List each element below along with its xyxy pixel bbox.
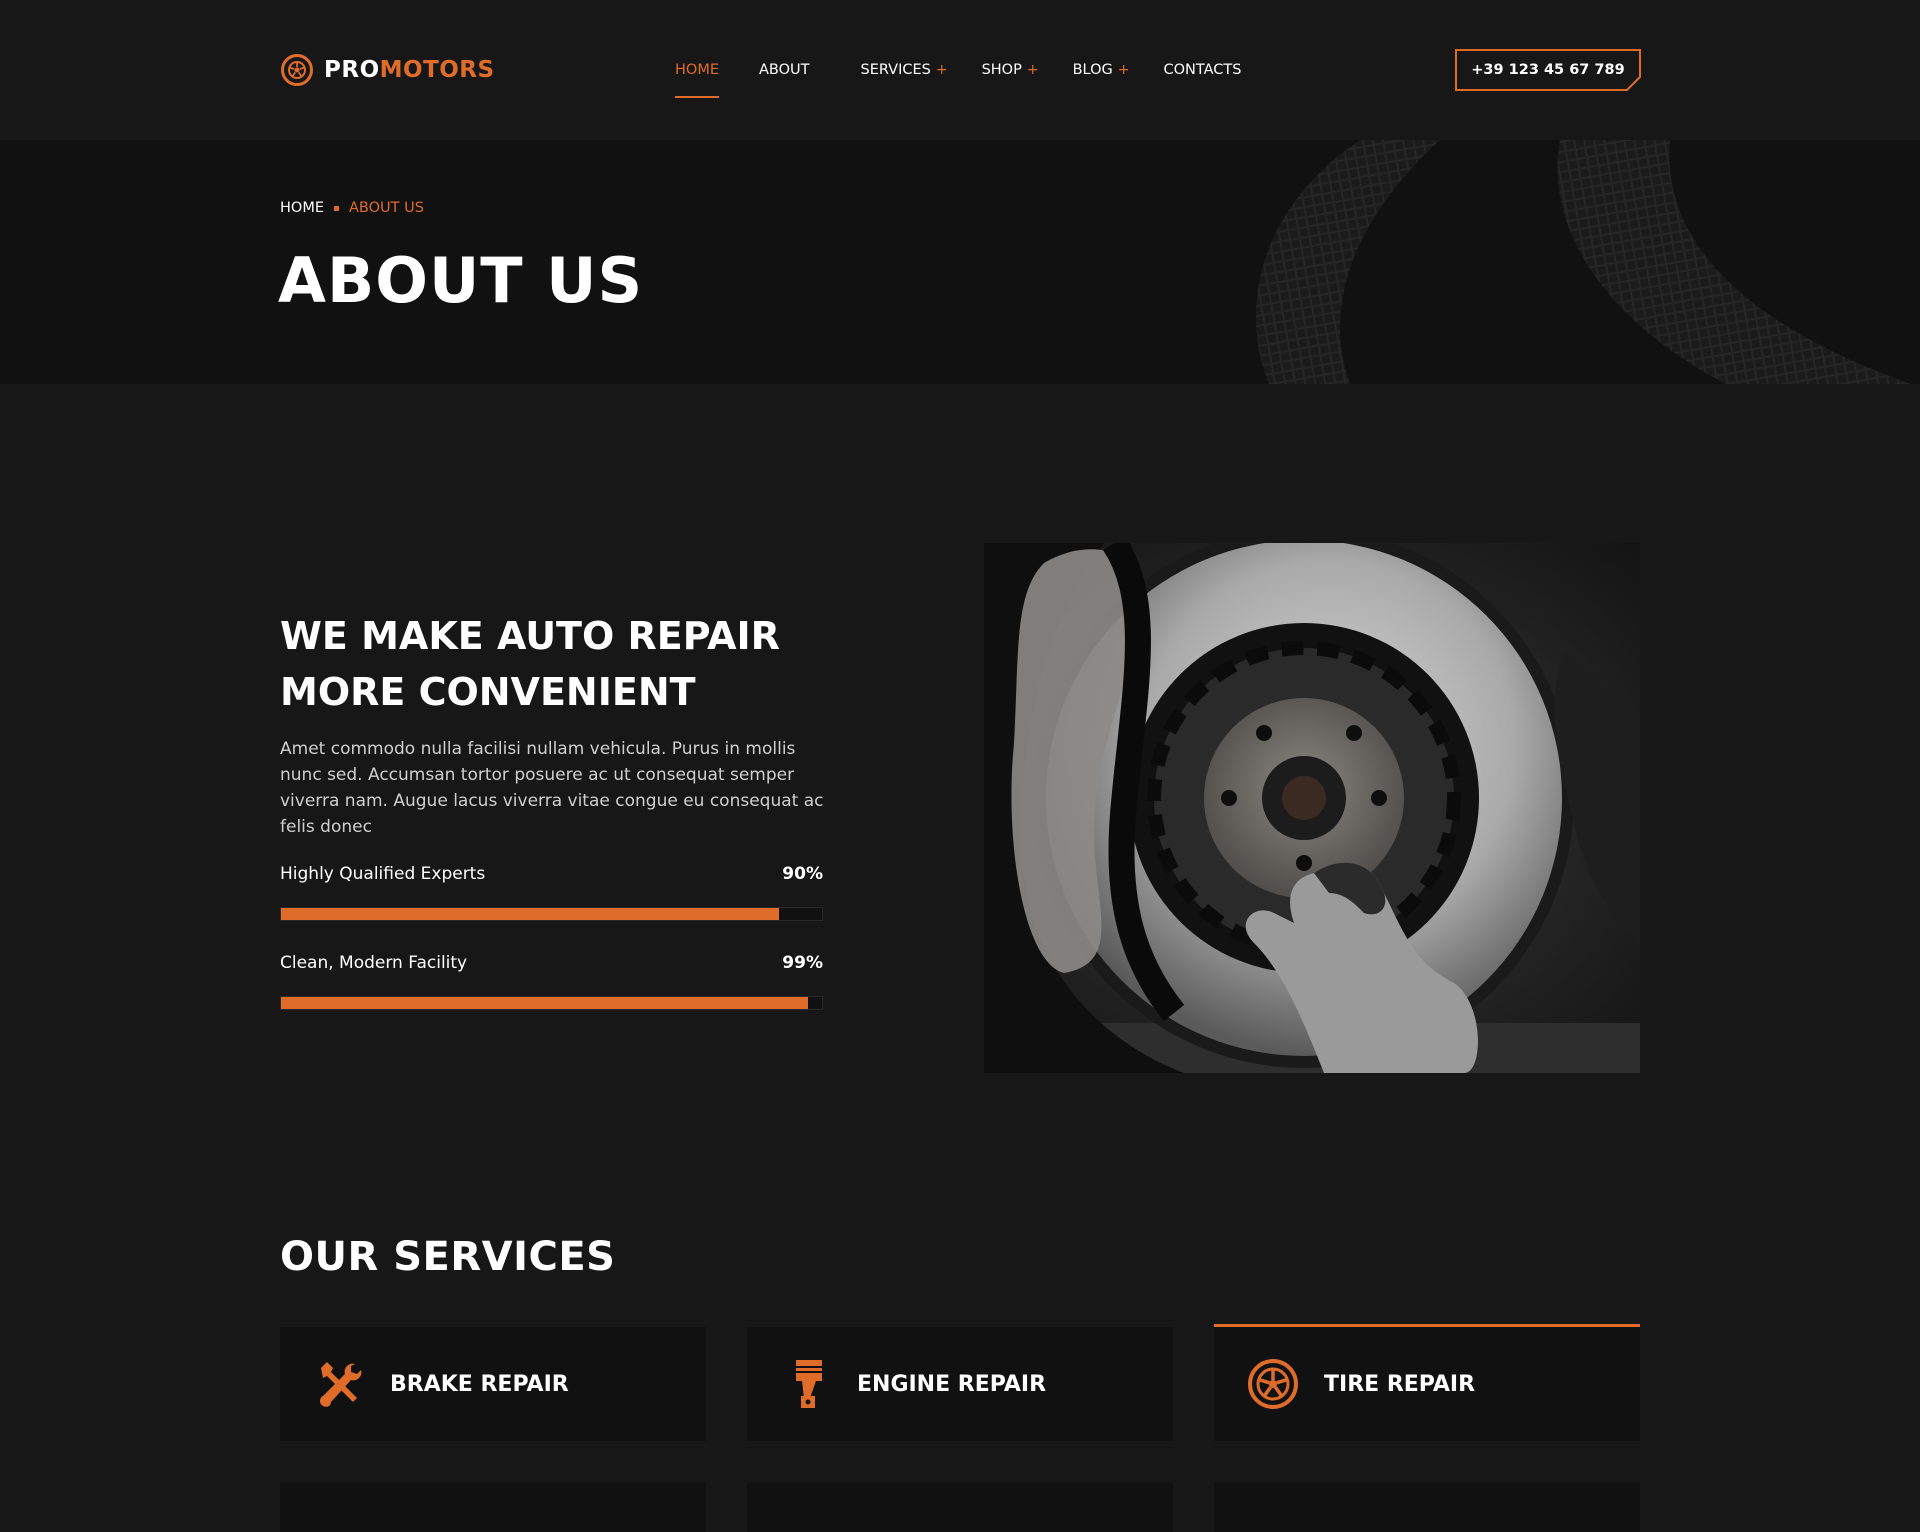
breadcrumb-home-link[interactable]: HOME [280, 200, 324, 216]
service-card-brake-repair[interactable]: BRAKE REPAIR [280, 1327, 706, 1441]
nav-item-blog[interactable]: BLOG + [1073, 62, 1130, 78]
skill-label: Highly Qualified Experts [280, 864, 486, 884]
submenu-plus-icon: + [935, 62, 948, 78]
nav-item-home[interactable]: HOME [675, 62, 719, 98]
phone-number: +39 123 45 67 789 [1471, 62, 1625, 78]
skill-track [280, 996, 823, 1010]
service-card[interactable] [1214, 1482, 1640, 1532]
nav-item-shop[interactable]: SHOP + [982, 62, 1039, 78]
main-nav: HOME ABOUT SERVICES + SHOP + BLOG + CONTACT… [675, 58, 1281, 98]
oil-can-icon [313, 1518, 365, 1532]
page-title: ABOUT US [278, 244, 644, 317]
wrench-screwdriver-icon [313, 1358, 365, 1410]
page-hero: HOME ABOUT US ABOUT US [0, 140, 1920, 384]
brake-disc-photo [984, 543, 1640, 1073]
wheel-logo-icon [281, 54, 313, 86]
submenu-plus-icon: + [1026, 62, 1039, 78]
skill-bar-facility: Clean, Modern Facility 99% [280, 953, 823, 1010]
skill-label: Clean, Modern Facility [280, 953, 468, 973]
service-label: TIRE REPAIR [1324, 1371, 1476, 1397]
battery-icon [780, 1518, 832, 1532]
breadcrumb-separator [334, 205, 339, 211]
skill-percent: 90% [782, 864, 823, 884]
site-header: PROMOTORS HOME ABOUT SERVICES + SHOP + BLO… [0, 0, 1920, 140]
phone-button[interactable]: +39 123 45 67 789 [1455, 49, 1641, 91]
nav-item-contacts[interactable]: CONTACTS [1163, 62, 1241, 78]
skill-track [280, 907, 823, 921]
tire-track-decoration [1255, 140, 1912, 384]
service-label: ENGINE REPAIR [857, 1371, 1047, 1397]
skill-fill [281, 997, 809, 1009]
nav-item-about[interactable]: ABOUT [759, 62, 810, 78]
service-card-engine-repair[interactable]: ENGINE REPAIR [747, 1327, 1173, 1441]
about-paragraph: Amet commodo nulla facilisi nullam vehic… [280, 739, 824, 837]
breadcrumb-current: ABOUT US [349, 200, 424, 216]
brake-disc-illustration [984, 543, 1640, 1073]
service-card[interactable] [280, 1482, 706, 1532]
diagnostics-icon [1247, 1518, 1299, 1532]
breadcrumb: HOME ABOUT US [280, 200, 424, 216]
skill-fill [281, 908, 779, 920]
service-label: BRAKE REPAIR [390, 1371, 569, 1397]
nav-item-services[interactable]: SERVICES + [861, 62, 948, 78]
brand-logo[interactable]: PROMOTORS [280, 52, 495, 88]
skill-bar-experts: Highly Qualified Experts 90% [280, 864, 823, 921]
about-heading: WE MAKE AUTO REPAIR MORE CONVENIENT [280, 614, 780, 714]
brand-name: PROMOTORS [324, 57, 495, 83]
services-title: OUR SERVICES [280, 1234, 616, 1280]
service-card-tire-repair[interactable]: TIRE REPAIR [1214, 1324, 1640, 1441]
service-card[interactable] [747, 1482, 1173, 1532]
submenu-plus-icon: + [1117, 62, 1130, 78]
piston-icon [780, 1358, 832, 1410]
wheel-icon [1247, 1358, 1299, 1410]
skill-percent: 99% [782, 953, 823, 973]
